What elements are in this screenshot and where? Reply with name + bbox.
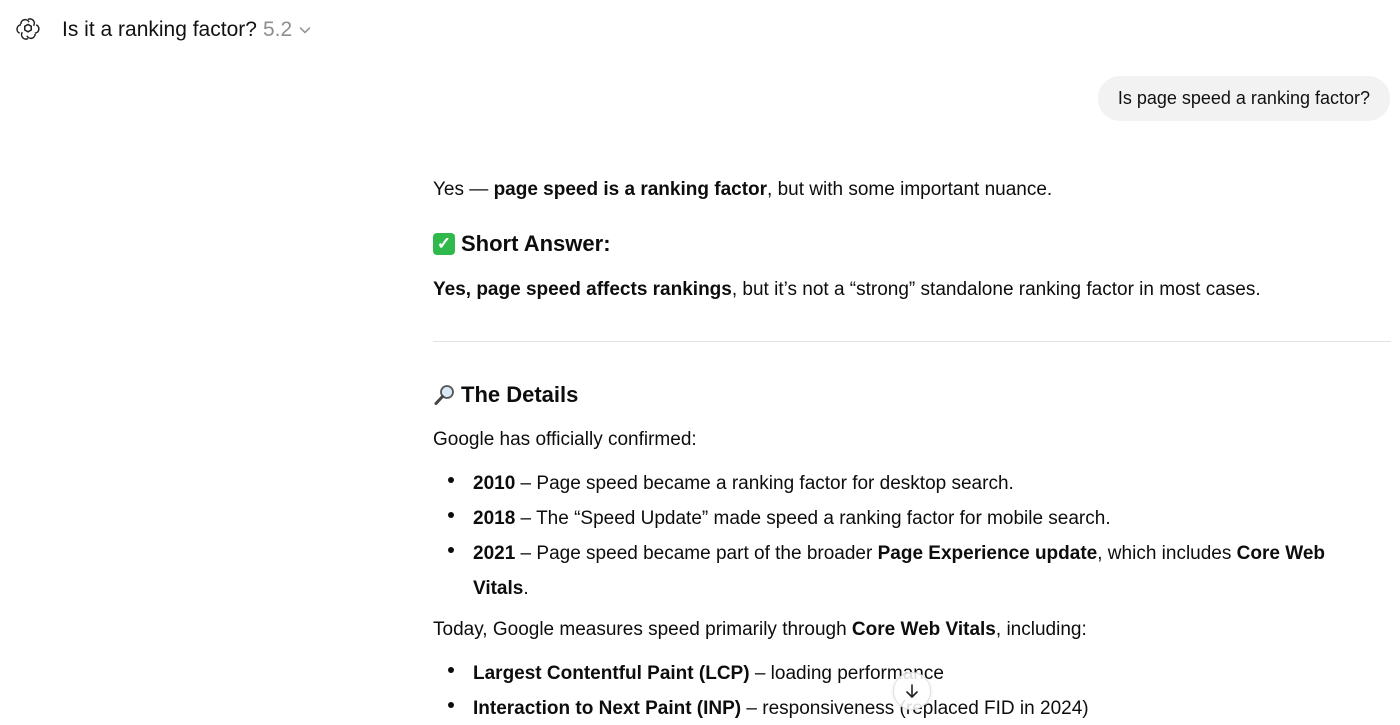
- timeline-text: – Page speed became a ranking factor for…: [515, 473, 1014, 494]
- answer-intro-bold: page speed is a ranking factor: [493, 179, 768, 200]
- timeline-text: , which includes: [1097, 543, 1237, 564]
- list-item: 2010 – Page speed became a ranking facto…: [433, 466, 1393, 501]
- short-answer-post: , but it’s not a “strong” standalone ran…: [731, 279, 1261, 300]
- answer-intro-post: , but with some important nuance.: [767, 179, 1053, 200]
- arrow-down-icon: [903, 682, 921, 700]
- timeline-bold: Core Web: [1236, 543, 1325, 564]
- header: Is it a ranking factor? 5.2: [0, 0, 1400, 60]
- timeline-text: – Page speed became part of the broader: [515, 543, 878, 564]
- today-bold: Core Web Vitals: [851, 619, 996, 640]
- timeline-year: 2018: [473, 508, 516, 529]
- short-answer-heading: ✓ Short Answer:: [433, 231, 611, 257]
- timeline-year: 2010: [473, 473, 516, 494]
- short-answer-heading-text: Short Answer:: [461, 231, 611, 256]
- user-message-bubble: Is page speed a ranking factor?: [1097, 76, 1390, 121]
- today-post: , including:: [995, 619, 1087, 640]
- short-answer-text: Yes, page speed affects rankings, but it…: [433, 277, 1261, 303]
- timeline-text: .: [523, 578, 529, 599]
- today-text: Today, Google measures speed primarily t…: [433, 617, 1087, 643]
- magnifying-glass-icon: [433, 383, 457, 407]
- vital-name: Largest Contentful Paint (LCP): [473, 663, 750, 684]
- today-pre: Today, Google measures speed primarily t…: [433, 619, 852, 640]
- timeline-text: – The “Speed Update” made speed a rankin…: [515, 508, 1111, 529]
- chat-window: Is it a ranking factor? 5.2 Is page spee…: [0, 0, 1400, 725]
- details-heading-text: The Details: [461, 382, 579, 407]
- scroll-to-bottom-button[interactable]: [893, 672, 931, 710]
- chevron-down-icon: [298, 23, 312, 37]
- answer-intro: Yes — page speed is a ranking factor, bu…: [433, 177, 1052, 203]
- list-item: 2018 – The “Speed Update” made speed a r…: [433, 501, 1393, 536]
- short-answer-bold: Yes, page speed affects rankings: [433, 279, 732, 300]
- model-version: 5.2: [262, 18, 293, 41]
- section-divider: [433, 341, 1391, 342]
- details-intro: Google has officially confirmed:: [433, 429, 697, 450]
- timeline-list: 2010 – Page speed became a ranking facto…: [433, 466, 1393, 606]
- openai-logo-icon[interactable]: [14, 15, 42, 43]
- conversation-title: Is it a ranking factor?: [62, 18, 257, 41]
- timeline-bold: Page Experience update: [877, 543, 1098, 564]
- model-selector-button[interactable]: Is it a ranking factor? 5.2: [52, 14, 322, 46]
- list-item: 2021 – Page speed became part of the bro…: [433, 536, 1393, 606]
- timeline-year: 2021: [473, 543, 516, 564]
- vital-name: Interaction to Next Paint (INP): [473, 698, 742, 719]
- answer-intro-pre: Yes —: [433, 179, 494, 200]
- timeline-bold: Vitals: [473, 578, 524, 599]
- details-heading: The Details: [433, 382, 578, 408]
- check-mark-icon: ✓: [433, 233, 455, 255]
